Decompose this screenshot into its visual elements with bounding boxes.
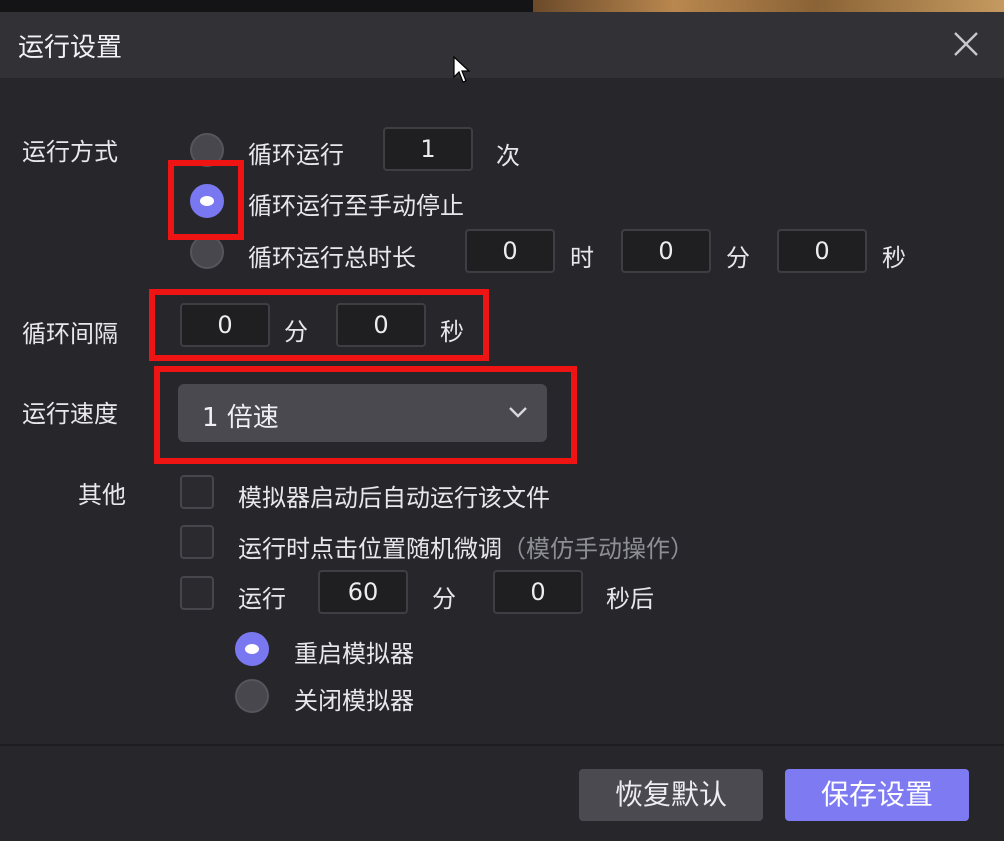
checkbox-random-offset[interactable] bbox=[180, 525, 214, 559]
timer-minutes-unit: 分 bbox=[432, 585, 456, 613]
other-label: 其他 bbox=[78, 481, 126, 509]
run-timer-label: 运行 bbox=[238, 585, 286, 613]
interval-seconds-input[interactable]: 0 bbox=[336, 303, 426, 347]
run-mode-label: 运行方式 bbox=[22, 138, 118, 166]
autorun-on-start-label: 模拟器启动后自动运行该文件 bbox=[238, 484, 550, 512]
close-emulator-label: 关闭模拟器 bbox=[294, 687, 414, 715]
dialog-titlebar: 运行设置 bbox=[0, 12, 1004, 78]
radio-close-emulator[interactable] bbox=[235, 679, 269, 713]
speed-selected-value: 1 倍速 bbox=[202, 403, 279, 433]
mouse-cursor-icon bbox=[453, 55, 473, 88]
background-window-strip bbox=[0, 0, 1004, 12]
run-settings-dialog: 运行设置 运行方式 循环运行 1 次 循环运行至手动停止 循环运行总时长 0 时… bbox=[0, 12, 1004, 841]
duration-seconds-input[interactable]: 0 bbox=[777, 229, 867, 273]
speed-label: 运行速度 bbox=[22, 400, 118, 428]
loop-duration-option-label: 循环运行总时长 bbox=[248, 244, 416, 272]
timer-seconds-input[interactable]: 0 bbox=[493, 570, 583, 614]
duration-seconds-unit: 秒 bbox=[882, 244, 906, 272]
radio-restart-emulator[interactable] bbox=[235, 632, 269, 666]
duration-minutes-unit: 分 bbox=[726, 244, 750, 272]
random-offset-hint: （模仿手动操作） bbox=[502, 535, 694, 563]
duration-hours-input[interactable]: 0 bbox=[465, 229, 555, 273]
interval-label: 循环间隔 bbox=[22, 320, 118, 348]
random-offset-label: 运行时点击位置随机微调（模仿手动操作） bbox=[238, 529, 694, 564]
interval-seconds-unit: 秒 bbox=[440, 318, 464, 346]
dialog-title: 运行设置 bbox=[18, 33, 123, 63]
radio-loop-until-stop[interactable] bbox=[190, 184, 224, 218]
background-image bbox=[533, 0, 1004, 12]
checkbox-autorun-on-start[interactable] bbox=[180, 475, 214, 509]
save-settings-button[interactable]: 保存设置 bbox=[785, 769, 969, 821]
loop-count-option-label: 循环运行 bbox=[248, 141, 344, 169]
timer-minutes-input[interactable]: 60 bbox=[318, 570, 408, 614]
random-offset-text: 运行时点击位置随机微调 bbox=[238, 535, 502, 563]
radio-loop-count[interactable] bbox=[190, 133, 224, 167]
reset-defaults-button[interactable]: 恢复默认 bbox=[579, 769, 763, 821]
loop-until-stop-option-label: 循环运行至手动停止 bbox=[248, 192, 464, 220]
close-icon[interactable] bbox=[950, 28, 982, 60]
restart-emulator-label: 重启模拟器 bbox=[294, 640, 414, 668]
interval-minutes-input[interactable]: 0 bbox=[180, 303, 270, 347]
footer-divider bbox=[0, 744, 1004, 746]
radio-loop-duration[interactable] bbox=[190, 235, 224, 269]
duration-minutes-input[interactable]: 0 bbox=[621, 229, 711, 273]
duration-hours-unit: 时 bbox=[570, 244, 594, 272]
timer-seconds-unit: 秒后 bbox=[606, 585, 654, 613]
speed-select[interactable]: 1 倍速 bbox=[178, 384, 547, 442]
checkbox-run-timer[interactable] bbox=[180, 576, 214, 610]
loop-count-input[interactable]: 1 bbox=[383, 127, 473, 171]
chevron-down-icon bbox=[508, 404, 528, 423]
loop-count-unit: 次 bbox=[496, 142, 520, 170]
interval-minutes-unit: 分 bbox=[284, 318, 308, 346]
